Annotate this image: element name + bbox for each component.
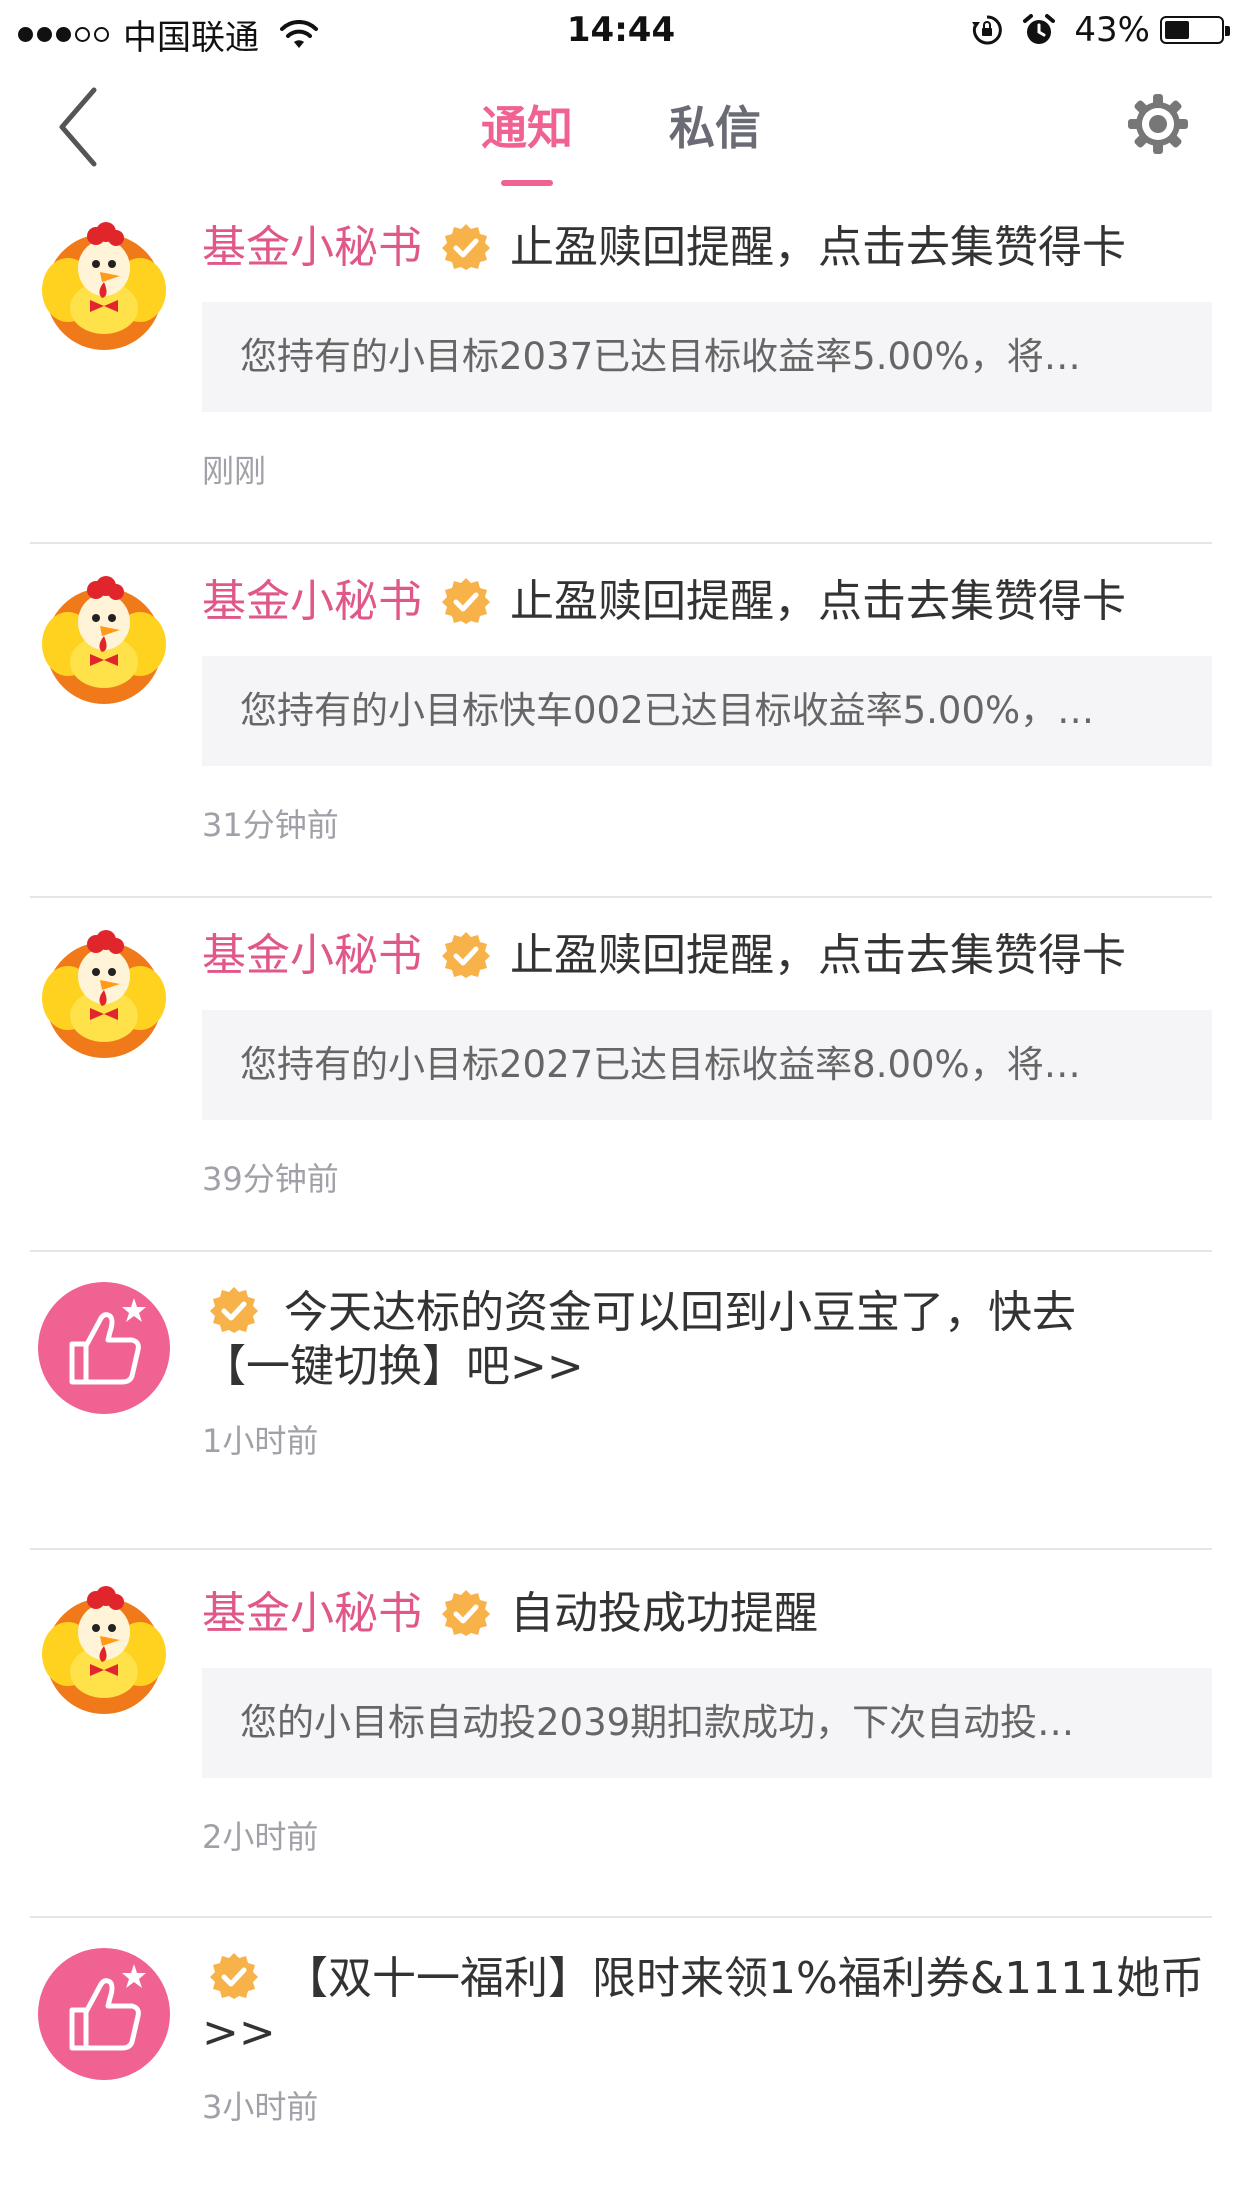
notification-item[interactable]: 【双十一福利】限时来领1%福利券&1111她币 >> 3小时前 — [0, 1918, 1242, 2208]
sender-name: 基金小秘书 — [202, 576, 422, 627]
rotation-lock-icon — [972, 15, 1003, 45]
notification-preview: 您持有的小目标快车002已达目标收益率5.00%，… — [202, 656, 1212, 766]
notification-subject: 自动投成功提醒 — [510, 1588, 818, 1639]
rooster-mascot-icon — [42, 930, 166, 1058]
notification-time: 1小时前 — [202, 1422, 319, 1460]
promo-title: 今天达标的资金可以回到小豆宝了，快去 【一键切换】吧>> — [202, 1286, 1212, 1394]
notification-content: 基金小秘书 止盈赎回提醒，点击去集赞得卡 您持有的小目标快车002已达目标收益率… — [202, 572, 1212, 846]
notification-item[interactable]: 今天达标的资金可以回到小豆宝了，快去 【一键切换】吧>> 1小时前 — [0, 1252, 1242, 1550]
notification-item[interactable]: 基金小秘书 止盈赎回提醒，点击去集赞得卡 您持有的小目标快车002已达目标收益率… — [0, 544, 1242, 898]
tab-private-messages[interactable]: 私信 — [669, 92, 761, 158]
notification-time: 刚刚 — [202, 452, 267, 490]
rooster-mascot-icon — [42, 222, 166, 350]
promo-text-line2: >> — [202, 2007, 276, 2058]
battery-percentage: 43% — [1074, 10, 1150, 50]
promo-text-line2: 【一键切换】吧>> — [202, 1341, 584, 1392]
notification-page: 中国联通 14:44 43% 通知 私信 基金小秘书 止盈赎回提醒，点击去集赞得… — [0, 0, 1242, 2208]
notification-subject: 止盈赎回提醒，点击去集赞得卡 — [510, 930, 1126, 981]
notification-preview: 您持有的小目标2027已达目标收益率8.00%，将… — [202, 1010, 1212, 1120]
notification-time: 31分钟前 — [202, 806, 339, 844]
notification-content: 【双十一福利】限时来领1%福利券&1111她币 >> 3小时前 — [202, 1952, 1212, 2128]
promo-text-line1: 今天达标的资金可以回到小豆宝了，快去 — [284, 1287, 1076, 1338]
notification-content: 今天达标的资金可以回到小豆宝了，快去 【一键切换】吧>> 1小时前 — [202, 1286, 1212, 1462]
notification-preview: 您的小目标自动投2039期扣款成功，下次自动投… — [202, 1668, 1212, 1778]
tab-label: 私信 — [669, 101, 761, 155]
alarm-icon — [1023, 14, 1056, 44]
tab-notifications[interactable]: 通知 — [480, 92, 573, 186]
promo-text-line1: 【双十一福利】限时来领1%福利券&1111她币 — [284, 1953, 1205, 2004]
notification-subject: 止盈赎回提醒，点击去集赞得卡 — [510, 222, 1126, 273]
rooster-mascot-icon — [42, 576, 166, 704]
sender-name: 基金小秘书 — [202, 930, 422, 981]
verified-badge-icon — [442, 224, 490, 270]
thumbs-up-star-icon — [38, 1948, 170, 2080]
notification-time: 2小时前 — [202, 1818, 319, 1856]
notification-subject: 止盈赎回提醒，点击去集赞得卡 — [510, 576, 1126, 627]
verified-badge-icon — [442, 578, 490, 624]
sender-name: 基金小秘书 — [202, 222, 422, 273]
notification-title-row: 基金小秘书 自动投成功提醒 — [202, 1584, 1212, 1644]
notification-item[interactable]: 基金小秘书 自动投成功提醒 您的小目标自动投2039期扣款成功，下次自动投… 2… — [0, 1550, 1242, 1918]
nav-bar: 通知 私信 — [0, 62, 1242, 190]
tab-bar: 通知 私信 — [0, 92, 1242, 186]
notification-content: 基金小秘书 自动投成功提醒 您的小目标自动投2039期扣款成功，下次自动投… 2… — [202, 1584, 1212, 1858]
verified-badge-icon — [210, 1953, 258, 1999]
notification-time: 39分钟前 — [202, 1160, 339, 1198]
rooster-mascot-icon — [42, 1586, 166, 1714]
verified-badge-icon — [210, 1287, 258, 1333]
notification-title-row: 基金小秘书 止盈赎回提醒，点击去集赞得卡 — [202, 926, 1212, 986]
notification-title-row: 基金小秘书 止盈赎回提醒，点击去集赞得卡 — [202, 572, 1212, 632]
status-right: 43% — [970, 10, 1230, 50]
notification-content: 基金小秘书 止盈赎回提醒，点击去集赞得卡 您持有的小目标2037已达目标收益率5… — [202, 218, 1212, 492]
notification-title-row: 基金小秘书 止盈赎回提醒，点击去集赞得卡 — [202, 218, 1212, 278]
gear-icon[interactable] — [1124, 90, 1192, 158]
notification-list: 基金小秘书 止盈赎回提醒，点击去集赞得卡 您持有的小目标2037已达目标收益率5… — [0, 190, 1242, 2208]
notification-content: 基金小秘书 止盈赎回提醒，点击去集赞得卡 您持有的小目标2027已达目标收益率8… — [202, 926, 1212, 1200]
tab-label: 通知 — [480, 101, 573, 155]
verified-badge-icon — [442, 1590, 490, 1636]
notification-preview: 您持有的小目标2037已达目标收益率5.00%，将… — [202, 302, 1212, 412]
notification-item[interactable]: 基金小秘书 止盈赎回提醒，点击去集赞得卡 您持有的小目标2037已达目标收益率5… — [0, 190, 1242, 544]
promo-title: 【双十一福利】限时来领1%福利券&1111她币 >> — [202, 1952, 1212, 2060]
status-bar: 中国联通 14:44 43% — [0, 0, 1242, 62]
sender-name: 基金小秘书 — [202, 1588, 422, 1639]
battery-icon — [1160, 16, 1230, 44]
thumbs-up-star-icon — [38, 1282, 170, 1414]
verified-badge-icon — [442, 932, 490, 978]
active-tab-indicator — [500, 180, 553, 186]
notification-time: 3小时前 — [202, 2088, 319, 2126]
notification-item[interactable]: 基金小秘书 止盈赎回提醒，点击去集赞得卡 您持有的小目标2027已达目标收益率8… — [0, 898, 1242, 1252]
